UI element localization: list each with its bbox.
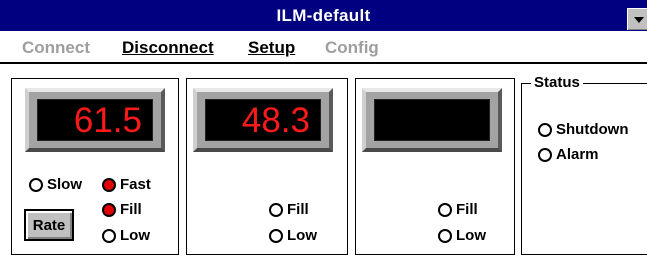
menu-disconnect-label: Disconnect (122, 38, 214, 57)
indicator-off-icon (538, 148, 552, 162)
status-alarm-label: Alarm (556, 146, 599, 163)
window-menu-dropdown-icon[interactable] (627, 8, 647, 30)
rate-slow-radio[interactable]: Slow (29, 176, 82, 194)
channel-3-display-frame (362, 88, 502, 152)
channel-1-low-label: Low (120, 227, 150, 244)
channel-1-level-display: 61.5 (37, 99, 153, 141)
channel-2-fill-indicator: Fill (269, 201, 309, 219)
channel-2-panel: 48.3 Fill Low (186, 78, 348, 255)
menu-setup-label: Setup (248, 38, 296, 57)
title-bar: ILM-default (0, 0, 647, 31)
channel-2-level-display: 48.3 (205, 99, 321, 141)
rate-fast-label: Fast (120, 176, 151, 193)
status-shutdown-label: Shutdown (556, 121, 629, 138)
status-group-label: Status (531, 73, 583, 93)
channel-1-low-indicator: Low (102, 227, 150, 245)
status-alarm-indicator: Alarm (538, 146, 599, 164)
indicator-off-icon (269, 203, 283, 217)
menu-config[interactable]: Config (325, 37, 379, 59)
channel-2-fill-label: Fill (287, 201, 309, 218)
channel-3-low-label: Low (456, 227, 486, 244)
channel-2-low-indicator: Low (269, 227, 317, 245)
menu-bar: Connect Disconnect Setup Config (0, 33, 647, 64)
rate-fast-radio[interactable]: Fast (102, 176, 151, 194)
channel-2-low-label: Low (287, 227, 317, 244)
status-shutdown-indicator: Shutdown (538, 121, 628, 139)
channel-3-fill-indicator: Fill (438, 201, 478, 219)
indicator-off-icon (438, 203, 452, 217)
channel-3-panel: Fill Low (355, 78, 515, 255)
radio-on-icon (102, 178, 116, 192)
rate-slow-label: Slow (47, 176, 83, 193)
menu-connect[interactable]: Connect (22, 37, 90, 59)
channel-2-display-frame: 48.3 (193, 88, 333, 152)
channel-1-fill-indicator: Fill (102, 201, 142, 219)
channel-1-display-frame: 61.5 (25, 88, 165, 152)
channel-1-fill-label: Fill (120, 201, 142, 218)
window-title: ILM-default (276, 6, 371, 25)
indicator-off-icon (538, 123, 552, 137)
indicator-off-icon (102, 229, 116, 243)
indicator-on-icon (102, 203, 116, 217)
menu-setup[interactable]: Setup (248, 37, 295, 59)
rate-button[interactable]: Rate (24, 209, 74, 241)
menu-disconnect[interactable]: Disconnect (122, 37, 214, 59)
channel-3-low-indicator: Low (438, 227, 486, 245)
channel-1-panel: 61.5 Slow Fast Rate Fill Low (11, 78, 179, 255)
channel-3-level-display (374, 99, 490, 141)
indicator-off-icon (269, 229, 283, 243)
radio-off-icon (29, 178, 43, 192)
channel-3-fill-label: Fill (456, 201, 478, 218)
indicator-off-icon (438, 229, 452, 243)
status-group: Status Shutdown Alarm (521, 73, 647, 255)
